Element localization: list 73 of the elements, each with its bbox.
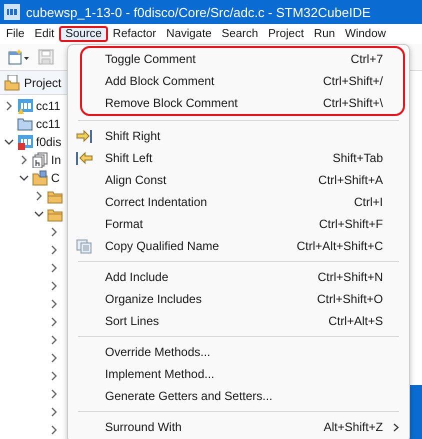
tree-item[interactable]: f0dis xyxy=(36,135,62,149)
app-logo-icon xyxy=(4,4,20,20)
expanded-chevron-icon[interactable] xyxy=(4,137,14,147)
menu-item[interactable]: Copy Qualified Name Ctrl+Alt+Shift+C xyxy=(68,235,409,257)
collapsed-chevron-icon[interactable] xyxy=(19,155,29,165)
collapsed-chevron-icon[interactable] xyxy=(4,101,14,111)
shortcut-text: Ctrl+Shift+F xyxy=(318,217,383,231)
menu-item[interactable]: Sort Lines Ctrl+Alt+S xyxy=(68,310,409,332)
collapsed-chevron-icon[interactable] xyxy=(49,227,59,237)
menu-item[interactable]: Align Const Ctrl+Shift+A xyxy=(68,169,409,191)
folder-icon xyxy=(17,116,33,132)
panel-tab[interactable]: Project xyxy=(24,76,62,90)
new-file-icon[interactable] xyxy=(8,49,30,65)
shortcut-text: Ctrl+Alt+Shift+C xyxy=(296,239,383,253)
menu-item[interactable]: Shift Left Shift+Tab xyxy=(68,147,409,169)
collapsed-chevron-icon[interactable] xyxy=(49,353,59,363)
collapsed-chevron-icon[interactable] xyxy=(34,191,44,201)
expanded-chevron-icon[interactable] xyxy=(34,209,44,219)
folder-document-icon xyxy=(4,74,20,90)
menu-bar-item[interactable]: Project xyxy=(263,26,309,42)
project-error-icon xyxy=(17,134,33,150)
menu-bar-item[interactable]: Run xyxy=(308,26,340,42)
menu-item[interactable]: Organize Includes Ctrl+Shift+O xyxy=(68,288,409,310)
header-files-icon xyxy=(32,152,48,168)
menu-item[interactable]: Correct Indentation Ctrl+I xyxy=(68,191,409,213)
collapsed-chevron-icon[interactable] xyxy=(49,425,59,435)
source-folder-icon xyxy=(32,170,48,186)
shift-right-icon xyxy=(76,128,93,144)
menu-item[interactable]: Shift Right xyxy=(68,125,409,147)
menu-bar-item[interactable]: Window xyxy=(340,26,391,42)
menu-item[interactable]: Surround With Alt+Shift+Z xyxy=(68,416,409,438)
collapsed-chevron-icon[interactable] xyxy=(49,317,59,327)
menu-item[interactable]: Override Methods... xyxy=(68,341,409,363)
menu-item[interactable]: Generate Getters and Setters... xyxy=(68,385,409,407)
collapsed-chevron-icon[interactable] xyxy=(49,389,59,399)
menu-item[interactable]: Add Include Ctrl+Shift+N xyxy=(68,266,409,288)
menu-bar-item[interactable]: Search xyxy=(216,26,264,42)
collapsed-chevron-icon[interactable] xyxy=(49,371,59,381)
tree-item[interactable]: cc11 xyxy=(36,117,60,131)
window-title: cubewsp_1-13-0 - f0disco/Core/Src/adc.c - STM32CubeIDE xyxy=(26,4,371,20)
project-warning-icon xyxy=(17,98,33,114)
shortcut-text: Ctrl+Shift+\ xyxy=(322,96,383,110)
copy-icon xyxy=(76,238,93,254)
collapsed-chevron-icon[interactable] xyxy=(49,407,59,417)
shortcut-text: Ctrl+I xyxy=(354,195,383,209)
tree-item[interactable]: cc11 xyxy=(36,99,60,113)
menu-item[interactable]: Format Ctrl+Shift+F xyxy=(68,213,409,235)
shortcut-text: Ctrl+Shift+/ xyxy=(322,74,383,88)
shortcut-text: Ctrl+Alt+S xyxy=(328,314,383,328)
shortcut-text: Ctrl+Shift+A xyxy=(318,173,383,187)
menu-bar-item[interactable]: File xyxy=(1,26,30,42)
collapsed-chevron-icon[interactable] xyxy=(49,281,59,291)
menu-item[interactable]: Add Block Comment Ctrl+Shift+/ xyxy=(68,70,409,92)
shortcut-text: Ctrl+Shift+O xyxy=(316,292,383,306)
menu-bar-item[interactable]: Navigate xyxy=(161,26,217,42)
collapsed-chevron-icon[interactable] xyxy=(49,263,59,273)
tree-item[interactable]: In xyxy=(51,153,62,167)
menu-bar-item[interactable]: Source xyxy=(59,26,108,42)
menu-item[interactable]: Implement Method... xyxy=(68,363,409,385)
shortcut-text: Ctrl+Shift+N xyxy=(318,270,383,284)
tree-item[interactable]: C xyxy=(51,171,60,185)
menu-bar-item[interactable]: Refactor xyxy=(108,26,162,42)
menu-item[interactable]: Toggle Comment Ctrl+7 xyxy=(68,48,409,70)
collapsed-chevron-icon[interactable] xyxy=(49,335,59,345)
shortcut-text: Shift+Tab xyxy=(332,151,383,165)
collapsed-chevron-icon[interactable] xyxy=(49,245,59,255)
shortcut-text: Ctrl+7 xyxy=(350,52,383,66)
menu-bar-item[interactable]: Edit xyxy=(30,26,60,42)
shortcut-text: Alt+Shift+Z xyxy=(324,420,383,434)
menu-item[interactable]: Remove Block Comment Ctrl+Shift+\ xyxy=(68,92,409,114)
expanded-chevron-icon[interactable] xyxy=(19,173,29,183)
collapsed-chevron-icon[interactable] xyxy=(49,299,59,309)
shift-left-icon xyxy=(76,150,93,166)
